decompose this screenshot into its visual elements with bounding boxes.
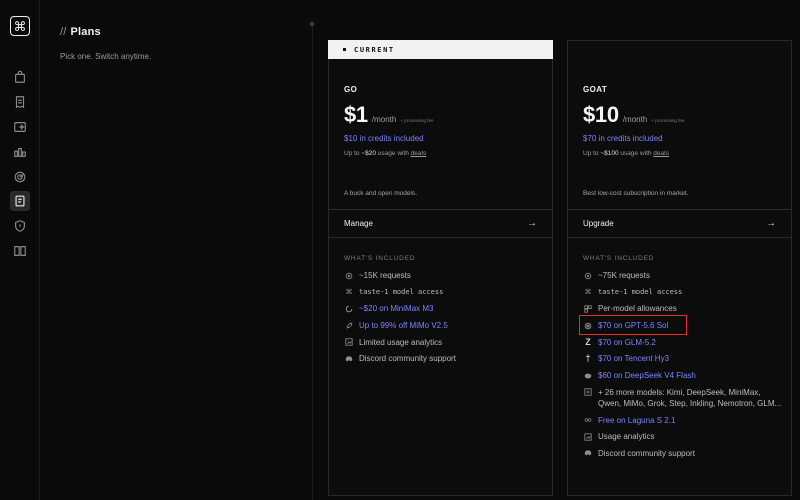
list-item: $70 on GPT-5.6 Sol (583, 320, 783, 331)
circle-icon (344, 303, 354, 314)
list-item: ~75K requests (583, 270, 783, 281)
manage-button[interactable]: Manage → (329, 209, 552, 238)
arrow-right-icon: → (527, 218, 537, 229)
command-icon: ⌘ (345, 288, 353, 296)
whats-included-heading: WHAT'S INCLUDED (344, 255, 416, 262)
list-item: ~$20 on MiniMax M3 (344, 303, 544, 314)
list-item: Discord community support (583, 448, 783, 459)
corner-marker (310, 22, 314, 26)
list-item: † $70 on Tencent Hy3 (583, 353, 783, 364)
list-item: ⌘ taste-1 model access (345, 287, 444, 296)
icon-rail: ⌘ (0, 0, 40, 500)
discord-icon (583, 448, 593, 459)
list-item: $60 on DeepSeek V4 Flash (583, 370, 783, 381)
list-item: Up to 99% off MiMo V2.5 (344, 320, 544, 331)
whale-icon (583, 370, 593, 381)
banner-dot-icon (343, 48, 346, 51)
usage-note: Up to ~$20 usage with deals (344, 150, 427, 157)
deals-link[interactable]: deals (411, 150, 427, 157)
allowance-icon (583, 303, 593, 314)
bag-icon[interactable] (10, 67, 30, 87)
price-period: /month (622, 115, 648, 124)
requests-icon (583, 270, 593, 281)
list-item: ~15K requests (344, 270, 544, 281)
list-item: + 26 more models: Kimi, DeepSeek, MiniMa… (583, 387, 783, 409)
openai-icon (583, 320, 593, 331)
feature-list: ~15K requests ⌘ taste-1 model access ~$2… (344, 270, 544, 370)
plan-name: GOAT (583, 85, 608, 94)
radar-icon[interactable] (10, 167, 30, 187)
plan-price: $1 (344, 102, 368, 127)
list-item: Usage analytics (583, 431, 783, 442)
processing-fee-note: + processing fee (400, 118, 434, 123)
whats-included-heading: WHAT'S INCLUDED (583, 255, 655, 262)
list-item: Z $70 on GLM-5.2 (583, 337, 783, 348)
plans-section-header: //Plans Pick one. Switch anytime. (60, 26, 151, 61)
price-period: /month (371, 115, 397, 124)
upgrade-button[interactable]: Upgrade → (568, 209, 791, 238)
plus-icon (583, 387, 593, 398)
book-icon[interactable] (10, 241, 30, 261)
current-plan-banner: CURRENT (328, 40, 553, 59)
list-item: Limited usage analytics (344, 337, 544, 348)
page-title: //Plans (60, 26, 151, 38)
page-subtitle: Pick one. Switch anytime. (60, 52, 152, 61)
infinity-icon (583, 415, 593, 426)
feature-list: ~75K requests ⌘ taste-1 model access Per… (583, 270, 783, 465)
discord-icon (344, 353, 354, 364)
chart-icon (583, 431, 593, 442)
command-icon: ⌘ (584, 288, 592, 296)
price-row: $1 /month + processing fee (344, 102, 434, 128)
plan-price: $10 (583, 102, 619, 127)
requests-icon (344, 270, 354, 281)
list-item: Discord community support (344, 353, 544, 364)
tencent-icon: † (585, 353, 591, 364)
list-item: Per-model allowances (583, 303, 783, 314)
usage-note: Up to ~$100 usage with deals (583, 150, 669, 157)
zhipu-icon: Z (585, 336, 591, 347)
chart-bars-icon[interactable] (10, 142, 30, 162)
credits-included: $10 in credits included (344, 134, 424, 143)
processing-fee-note: + processing fee (651, 118, 685, 123)
rocket-icon (344, 320, 354, 331)
vertical-divider (312, 24, 313, 500)
plan-name: GO (344, 85, 358, 94)
receipt-icon[interactable] (10, 92, 30, 112)
clipboard-icon[interactable] (10, 191, 30, 211)
list-item: ⌘ taste-1 model access (584, 287, 683, 296)
plan-card-go: CURRENT GO $1 /month + processing fee $1… (328, 40, 553, 496)
title-text: Plans (70, 26, 101, 38)
title-slash: // (60, 26, 67, 38)
arrow-right-icon: → (766, 218, 776, 229)
plan-description: Best low-cost subscription in market. (583, 190, 689, 197)
list-item: Free on Laguna S 2.1 (583, 415, 783, 426)
credits-included: $70 in credits included (583, 134, 663, 143)
price-row: $10 /month + processing fee (583, 102, 684, 128)
plan-card-goat: GOAT $10 /month + processing fee $70 in … (567, 40, 792, 496)
sparkle-window-icon[interactable] (10, 117, 30, 137)
deals-link[interactable]: deals (653, 150, 669, 157)
chart-icon (344, 337, 354, 348)
plan-description: A buck and open models. (344, 190, 417, 197)
app-logo-icon[interactable]: ⌘ (10, 16, 30, 36)
shield-icon[interactable] (10, 216, 30, 236)
